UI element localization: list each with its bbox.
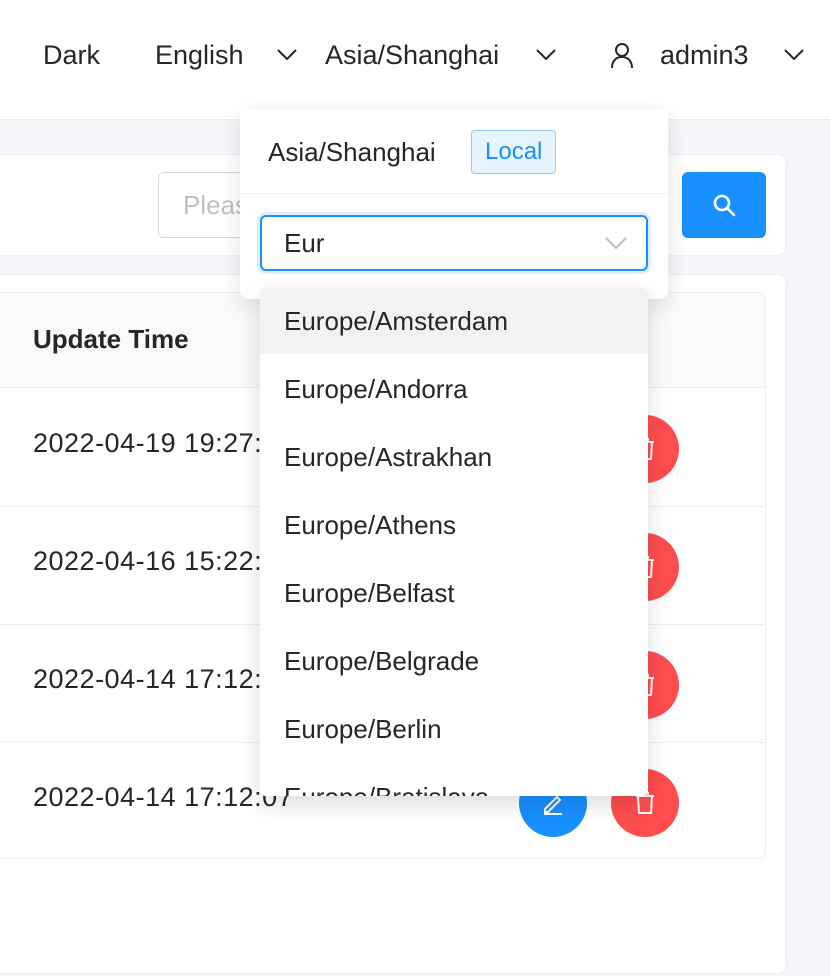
- timezone-option[interactable]: Europe/Andorra: [260, 356, 648, 422]
- top-header: Dark English Asia/Shanghai admin3: [0, 0, 830, 120]
- chevron-down-icon[interactable]: [276, 44, 298, 64]
- popover-arrow: [441, 98, 463, 109]
- timezone-option[interactable]: Europe/Astrakhan: [260, 424, 648, 490]
- timezone-option[interactable]: Europe/Belgrade: [260, 628, 648, 694]
- popover-divider: [240, 193, 668, 194]
- timezone-selector[interactable]: Asia/Shanghai: [325, 38, 499, 72]
- timezone-search-input[interactable]: [262, 217, 592, 269]
- update-time-cell: 2022-04-19 19:27:39: [33, 428, 294, 458]
- current-timezone-label: Asia/Shanghai: [268, 137, 436, 167]
- column-header-update-time[interactable]: Update Time: [33, 324, 189, 355]
- search-icon: [713, 194, 736, 217]
- timezone-dropdown: Europe/Amsterdam Europe/Andorra Europe/A…: [260, 288, 648, 796]
- language-selector[interactable]: English: [155, 38, 244, 72]
- timezone-option[interactable]: Europe/Athens: [260, 492, 648, 558]
- theme-toggle[interactable]: Dark: [43, 38, 100, 72]
- chevron-down-icon[interactable]: [604, 235, 628, 251]
- user-menu[interactable]: admin3: [660, 38, 749, 72]
- timezone-option[interactable]: Europe/Bratislava: [260, 764, 648, 796]
- chevron-down-icon[interactable]: [783, 44, 805, 64]
- user-icon: [611, 43, 633, 69]
- update-time-cell: 2022-04-14 17:12:07: [33, 782, 294, 812]
- timezone-popover: Asia/Shanghai Local: [240, 109, 668, 299]
- chevron-down-icon[interactable]: [535, 44, 557, 64]
- local-tag: Local: [471, 130, 557, 174]
- timezone-select[interactable]: [260, 215, 648, 271]
- update-time-cell: 2022-04-14 17:12:27: [33, 664, 294, 694]
- timezone-option[interactable]: Europe/Belfast: [260, 560, 648, 626]
- search-button[interactable]: [682, 172, 766, 238]
- timezone-option[interactable]: Europe/Berlin: [260, 696, 648, 762]
- update-time-cell: 2022-04-16 15:22:41: [33, 546, 294, 576]
- timezone-option[interactable]: Europe/Amsterdam: [260, 288, 648, 354]
